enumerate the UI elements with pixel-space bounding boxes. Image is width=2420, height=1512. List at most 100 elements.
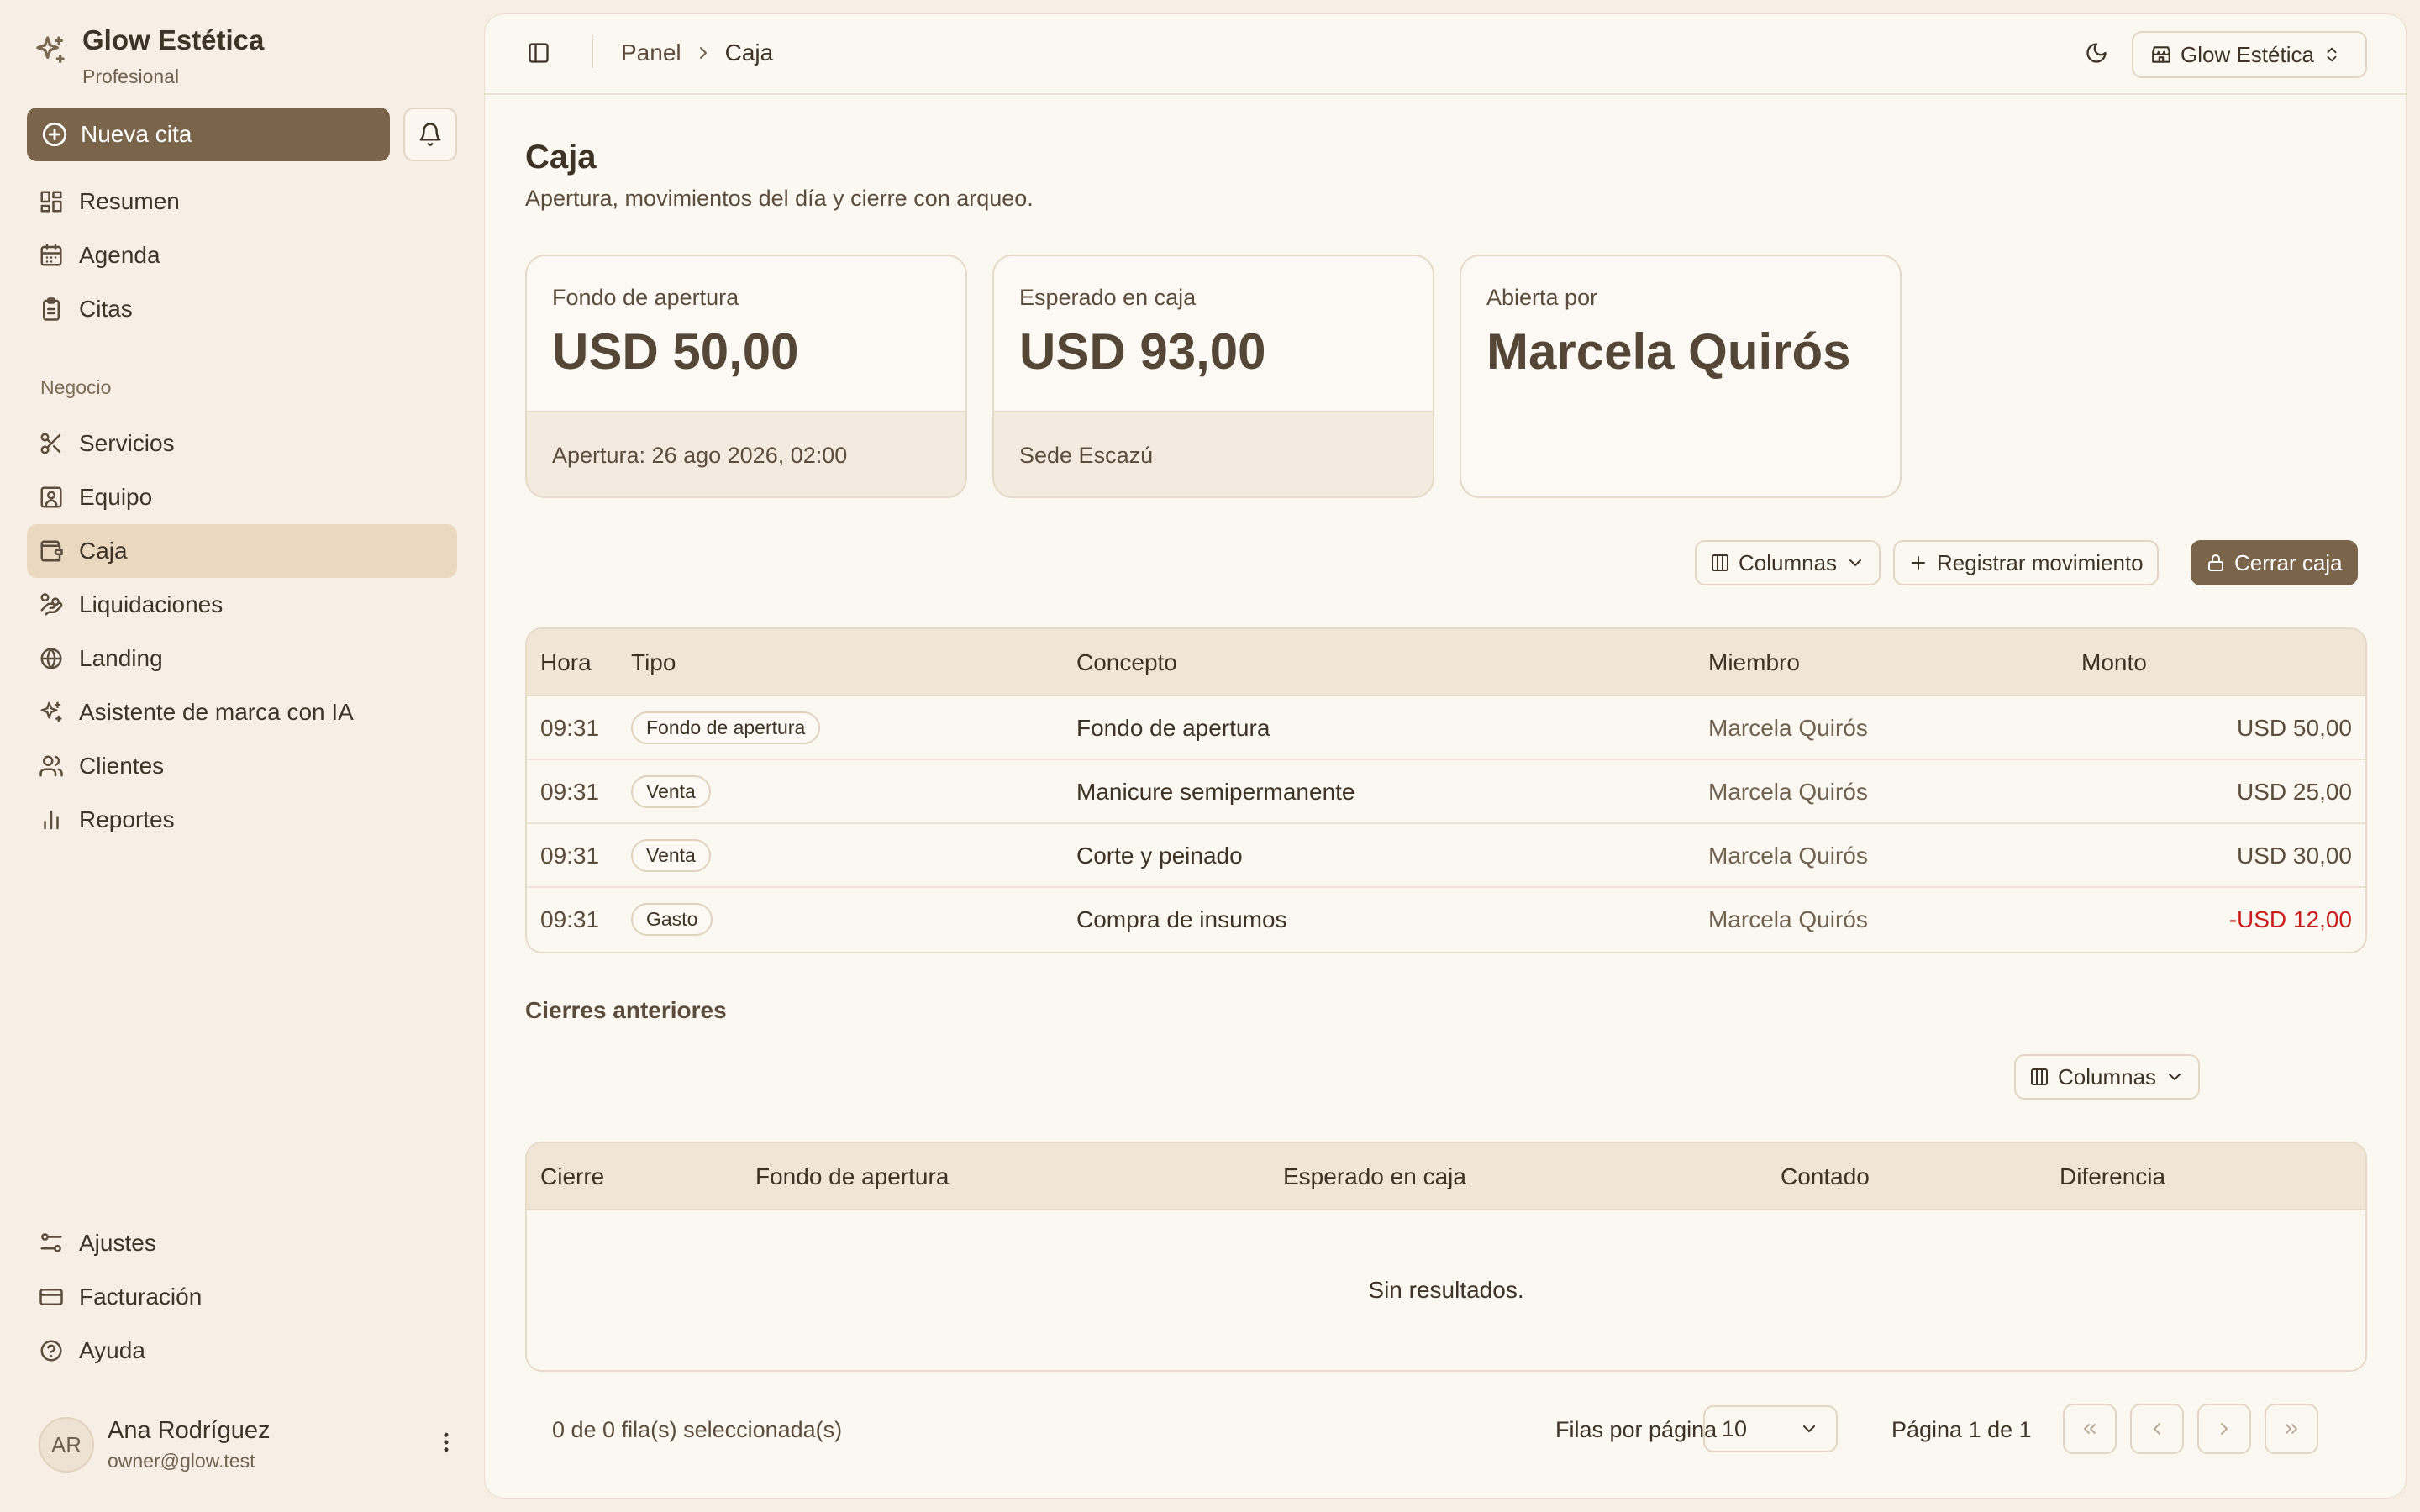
cell-monto-negative: -USD 12,00 <box>2228 906 2352 932</box>
cell-hora: 09:31 <box>540 715 600 741</box>
new-appointment-button[interactable]: Nueva cita <box>27 108 390 161</box>
sidebar-item-label: Citas <box>79 296 133 322</box>
header-cierre[interactable]: Cierre <box>540 1163 604 1190</box>
cell-miembro: Marcela Quirós <box>1708 779 1868 805</box>
card-value: USD 50,00 <box>552 323 799 380</box>
notifications-button[interactable] <box>403 108 457 161</box>
chevron-left-icon <box>2154 1423 2160 1435</box>
first-page-button[interactable] <box>2063 1404 2117 1454</box>
next-page-button[interactable] <box>2197 1404 2251 1454</box>
header-tipo[interactable]: Tipo <box>631 649 676 676</box>
hand-coins-icon <box>40 593 63 616</box>
sidebar-item-servicios[interactable]: Servicios <box>27 417 457 470</box>
rows-per-page-value: 10 <box>1722 1415 1748 1441</box>
columns-button-closures[interactable]: Columnas <box>2014 1054 2201 1100</box>
chevron-down-icon <box>2169 1074 2181 1080</box>
user-name: Ana Rodríguez <box>108 1417 271 1444</box>
chevron-down-icon <box>1803 1425 1815 1432</box>
cell-concepto: Manicure semipermanente <box>1076 779 1355 805</box>
section-title: Cierres anteriores <box>525 997 727 1023</box>
sidebar-item-landing[interactable]: Landing <box>27 632 457 685</box>
sidebar-item-clientes[interactable]: Clientes <box>27 739 457 793</box>
sparkles-icon <box>40 701 62 722</box>
table-header: Cierre Fondo de apertura Esperado en caj… <box>527 1143 2365 1210</box>
header-esperado[interactable]: Esperado en caja <box>1283 1163 1466 1190</box>
cell-hora: 09:31 <box>540 779 600 805</box>
table-header: Hora Tipo Concepto Miembro Monto <box>527 629 2365 696</box>
sidebar-item-label: Equipo <box>79 484 153 510</box>
user-menu[interactable]: AR Ana Rodríguez owner@glow.test <box>39 1415 459 1475</box>
brand[interactable]: Glow Estética Profesional <box>34 24 264 88</box>
page-subtitle: Apertura, movimientos del día y cierre c… <box>525 186 1034 211</box>
header-contado[interactable]: Contado <box>1781 1163 1870 1190</box>
card-label: Abierta por <box>1486 285 1598 310</box>
sidebar-item-label: Facturación <box>79 1284 203 1310</box>
table-row[interactable]: 09:31 Fondo de apertura Fondo de apertur… <box>527 696 2365 760</box>
last-page-button[interactable] <box>2265 1404 2318 1454</box>
header-concepto[interactable]: Concepto <box>1076 649 1177 676</box>
sidebar-item-label: Resumen <box>79 188 180 214</box>
columns-icon <box>2031 1068 2048 1085</box>
close-register-button[interactable]: Cerrar caja <box>2191 540 2358 585</box>
sidebar-item-asistente-ia[interactable]: Asistente de marca con IA <box>27 685 457 739</box>
sidebar-item-ayuda[interactable]: Ayuda <box>27 1324 457 1378</box>
sidebar-item-citas[interactable]: Citas <box>27 282 457 336</box>
avatar: AR <box>39 1417 94 1473</box>
sidebar-item-caja[interactable]: Caja <box>27 524 457 578</box>
register-movement-label: Registrar movimiento <box>1937 549 2144 575</box>
sidebar-item-agenda[interactable]: Agenda <box>27 228 457 282</box>
table-row[interactable]: 09:31 Venta Manicure semipermanente Marc… <box>527 760 2365 824</box>
header-monto[interactable]: Monto <box>2081 649 2147 676</box>
type-badge: Venta <box>631 839 711 872</box>
columns-icon <box>1712 554 1728 571</box>
sidebar-item-equipo[interactable]: Equipo <box>27 470 457 524</box>
rows-per-page-label: Filas por página <box>1555 1417 1718 1442</box>
sidebar-item-liquidaciones[interactable]: Liquidaciones <box>27 578 457 632</box>
sidebar: Glow Estética Profesional Nueva cita Res… <box>0 0 484 1512</box>
sidebar-item-facturacion[interactable]: Facturación <box>27 1270 457 1324</box>
previous-page-button[interactable] <box>2130 1404 2184 1454</box>
calendar-icon <box>40 244 62 266</box>
header-hora[interactable]: Hora <box>540 649 592 676</box>
divider <box>592 34 593 68</box>
type-badge: Venta <box>631 775 711 808</box>
cell-monto: USD 30,00 <box>2237 843 2352 869</box>
plus-icon <box>1912 556 1925 570</box>
cell-monto: USD 50,00 <box>2237 715 2352 741</box>
sidebar-toggle-icon[interactable] <box>527 41 550 65</box>
rows-per-page-select[interactable]: 10 <box>1703 1405 1838 1452</box>
sidebar-item-resumen[interactable]: Resumen <box>27 175 457 228</box>
breadcrumb-panel[interactable]: Panel <box>621 39 681 66</box>
card-value: Marcela Quirós <box>1486 323 1851 380</box>
header-miembro[interactable]: Miembro <box>1708 649 1800 676</box>
header-diferencia[interactable]: Diferencia <box>2060 1163 2165 1190</box>
card-footer: Apertura: 26 ago 2026, 02:00 <box>552 443 848 468</box>
table-row[interactable]: 09:31 Venta Corte y peinado Marcela Quir… <box>527 824 2365 888</box>
register-movement-button[interactable]: Registrar movimiento <box>1893 540 2159 585</box>
card-value: USD 93,00 <box>1019 323 1266 380</box>
store-selector[interactable]: Glow Estética <box>2132 31 2367 78</box>
moon-icon[interactable] <box>2085 41 2108 65</box>
sidebar-item-reportes[interactable]: Reportes <box>27 793 457 847</box>
cell-concepto: Compra de insumos <box>1076 906 1287 932</box>
cell-tipo: Venta <box>631 775 711 808</box>
cell-tipo: Gasto <box>631 903 713 936</box>
plus-circle-icon <box>42 122 67 147</box>
main-panel: Panel Caja Glow Estética Caja Apertura, … <box>484 13 2407 1499</box>
columns-button[interactable]: Columnas <box>1695 540 1881 585</box>
store-icon <box>2152 46 2170 63</box>
sidebar-item-ajustes[interactable]: Ajustes <box>27 1216 457 1270</box>
cell-tipo: Venta <box>631 839 711 872</box>
columns-label: Columnas <box>1739 549 1838 575</box>
nav-group-label: Negocio <box>40 376 112 398</box>
sidebar-item-label: Landing <box>79 645 163 671</box>
cell-miembro: Marcela Quirós <box>1708 843 1868 869</box>
selected-count: 0 de 0 fila(s) seleccionada(s) <box>552 1417 843 1442</box>
closures-table: Cierre Fondo de apertura Esperado en caj… <box>525 1142 2367 1372</box>
table-row[interactable]: 09:31 Gasto Compra de insumos Marcela Qu… <box>527 888 2365 952</box>
breadcrumb-current: Caja <box>724 39 774 66</box>
more-vertical-icon[interactable] <box>434 1430 459 1455</box>
header-fondo[interactable]: Fondo de apertura <box>755 1163 949 1190</box>
wallet-icon <box>40 540 63 562</box>
credit-card-icon <box>39 1289 63 1305</box>
